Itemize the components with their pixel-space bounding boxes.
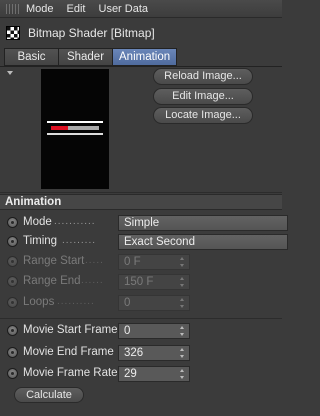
collapse-triangle-icon[interactable] [7, 71, 13, 75]
timing-label: Timing [23, 235, 58, 247]
loops-value: 0 [124, 297, 131, 309]
animate-radio[interactable] [7, 297, 18, 308]
bitmap-preview [41, 69, 109, 189]
dots-leader: ........... [54, 216, 96, 227]
preview-line [47, 133, 103, 135]
tab-animation[interactable]: Animation [112, 48, 178, 66]
param-row-mode: Mode ........... Simple [0, 214, 288, 232]
tab-shader[interactable]: Shader [58, 48, 113, 66]
range-start-value: 0 F [124, 256, 141, 268]
preview-line [47, 121, 103, 123]
animate-radio[interactable] [7, 217, 18, 228]
movie-start-frame-value: 0 [124, 325, 131, 337]
section-header-animation[interactable]: Animation [0, 194, 282, 210]
timing-dropdown[interactable]: Exact Second [118, 234, 288, 250]
range-start-label: Range Start [23, 255, 85, 267]
movie-end-frame-value: 326 [124, 347, 144, 359]
dots-leader: ......... [62, 235, 97, 246]
dots-leader: ...... [81, 275, 104, 286]
movie-start-frame-input[interactable]: 0 [118, 323, 190, 339]
param-row-movie-start-frame: Movie Start Frame 0 [0, 322, 282, 340]
divider [0, 192, 282, 193]
timing-value: Exact Second [124, 236, 195, 248]
tab-bar: Basic Shader Animation [4, 48, 178, 66]
param-row-movie-frame-rate: Movie Frame Rate 29 [0, 365, 282, 383]
range-end-input[interactable]: 150 F [118, 274, 190, 290]
animate-radio[interactable] [7, 256, 18, 267]
param-row-range-start: Range Start ..... 0 F [0, 253, 282, 271]
stepper-arrows-icon[interactable] [180, 369, 185, 379]
object-title: Bitmap Shader [Bitmap] [28, 26, 155, 40]
animate-radio[interactable] [7, 325, 18, 336]
mode-label: Mode [23, 216, 52, 228]
mode-value: Simple [124, 217, 160, 229]
stepper-arrows-icon[interactable] [180, 348, 185, 358]
menu-edit[interactable]: Edit [67, 3, 86, 15]
grip-icon[interactable] [6, 3, 20, 14]
range-start-input[interactable]: 0 F [118, 254, 190, 270]
param-row-timing: Timing ......... Exact Second [0, 233, 288, 251]
animate-radio[interactable] [7, 276, 18, 287]
movie-end-frame-label: Movie End Frame [23, 346, 114, 358]
range-end-value: 150 F [124, 276, 154, 288]
preview-text [51, 126, 99, 130]
movie-start-frame-label: Movie Start Frame [23, 324, 118, 336]
tab-basic[interactable]: Basic [4, 48, 59, 66]
stepper-arrows-icon[interactable] [180, 277, 185, 287]
movie-frame-rate-input[interactable]: 29 [118, 366, 190, 382]
animate-radio[interactable] [7, 236, 18, 247]
movie-frame-rate-label: Movie Frame Rate [23, 367, 118, 379]
menu-bar: Mode Edit User Data [0, 0, 282, 18]
stepper-arrows-icon[interactable] [180, 326, 185, 336]
stepper-arrows-icon[interactable] [180, 257, 185, 267]
bitmap-shader-icon [6, 26, 20, 40]
tab-divider [0, 66, 282, 67]
movie-frame-rate-value: 29 [124, 368, 137, 380]
movie-end-frame-input[interactable]: 326 [118, 345, 190, 361]
edit-image-button[interactable]: Edit Image... [153, 88, 253, 105]
locate-image-button[interactable]: Locate Image... [153, 107, 253, 124]
divider [0, 318, 282, 319]
mode-dropdown[interactable]: Simple [118, 215, 288, 231]
animate-radio[interactable] [7, 368, 18, 379]
param-row-loops: Loops .......... 0 [0, 294, 282, 312]
param-row-range-end: Range End ...... 150 F [0, 273, 282, 291]
animate-radio[interactable] [7, 347, 18, 358]
calculate-button[interactable]: Calculate [14, 387, 84, 403]
reload-image-button[interactable]: Reload Image... [153, 68, 253, 85]
loops-input[interactable]: 0 [118, 295, 190, 311]
object-title-bar: Bitmap Shader [Bitmap] [0, 20, 282, 46]
dots-leader: ..... [85, 255, 104, 266]
param-row-movie-end-frame: Movie End Frame 326 [0, 344, 282, 362]
loops-label: Loops [23, 296, 55, 308]
stepper-arrows-icon[interactable] [180, 298, 185, 308]
range-end-label: Range End [23, 275, 81, 287]
menu-mode[interactable]: Mode [26, 3, 54, 15]
dots-leader: .......... [57, 296, 95, 307]
menu-user-data[interactable]: User Data [99, 3, 149, 15]
